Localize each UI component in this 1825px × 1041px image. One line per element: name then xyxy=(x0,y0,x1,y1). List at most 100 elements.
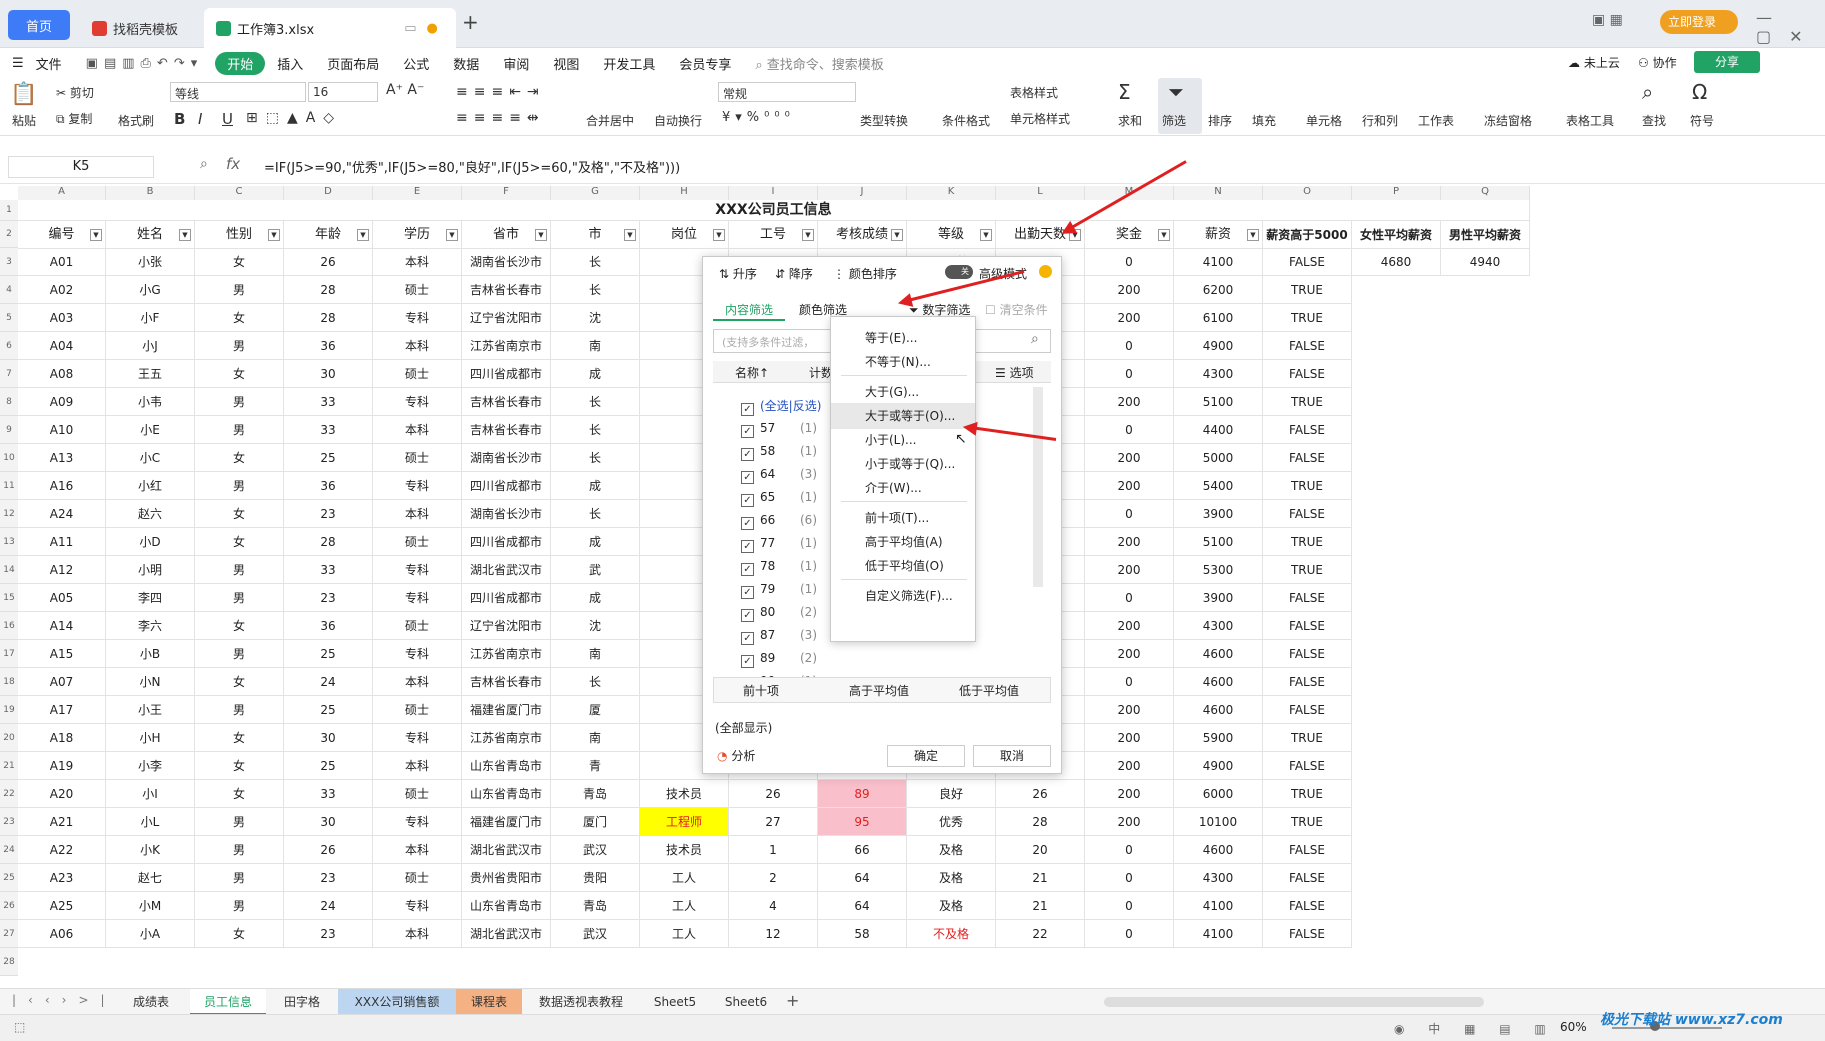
table-cell[interactable]: 0 xyxy=(1085,836,1174,864)
sum-icon[interactable]: Σ xyxy=(1118,80,1131,104)
fx-icon[interactable]: fx xyxy=(226,155,240,173)
cell-style-button[interactable]: 单元格样式 xyxy=(1010,110,1070,127)
zoom-formula-icon[interactable]: ⌕ xyxy=(200,156,208,172)
font-grow-icon[interactable]: A⁺ A⁻ xyxy=(386,82,424,98)
filter-dropdown-icon[interactable]: ▼ xyxy=(357,229,369,241)
menu-data[interactable]: 数据 xyxy=(441,54,491,73)
filter-dropdown-icon[interactable]: ▼ xyxy=(446,229,458,241)
table-cell[interactable]: A16 xyxy=(18,472,106,500)
value-item[interactable]: ✓ 80 (2) xyxy=(741,601,817,623)
table-cell[interactable]: 男 xyxy=(195,892,284,920)
sort-button[interactable]: 排序 xyxy=(1208,112,1232,129)
table-cell[interactable]: TRUE xyxy=(1263,304,1352,332)
table-cell[interactable]: 专科 xyxy=(373,472,462,500)
table-cell[interactable]: 本科 xyxy=(373,332,462,360)
table-cell[interactable]: 山东省青岛市 xyxy=(462,780,551,808)
bold-button[interactable]: B xyxy=(174,110,185,128)
column-header[interactable]: J xyxy=(818,186,907,200)
table-cell[interactable]: 长 xyxy=(551,388,640,416)
filter-dropdown-icon[interactable]: ▼ xyxy=(535,229,547,241)
value-item[interactable]: ✓ 65 (1) xyxy=(741,486,817,508)
search-command[interactable]: ⌕ 查找命令、搜索模板 xyxy=(743,54,895,73)
table-cell[interactable]: 小明 xyxy=(106,556,195,584)
row-header[interactable]: 3 xyxy=(0,248,18,276)
table-cell[interactable]: 山东省青岛市 xyxy=(462,752,551,780)
table-cell[interactable]: 武汉 xyxy=(551,836,640,864)
table-cell[interactable]: 0 xyxy=(1085,332,1174,360)
table-cell[interactable]: 硕士 xyxy=(373,696,462,724)
table-cell[interactable]: 湖南省长沙市 xyxy=(462,444,551,472)
table-cell[interactable]: 赵七 xyxy=(106,864,195,892)
row-header[interactable]: 16 xyxy=(0,612,18,640)
table-cell[interactable]: 26 xyxy=(729,780,818,808)
table-cell[interactable]: FALSE xyxy=(1263,668,1352,696)
table-tools-button[interactable]: 表格工具 xyxy=(1566,112,1614,129)
table-cell[interactable]: 4100 xyxy=(1174,248,1263,276)
table-cell[interactable]: 28 xyxy=(284,304,373,332)
column-header[interactable]: L xyxy=(996,186,1085,200)
font-size-select[interactable]: 16 xyxy=(308,82,378,102)
table-cell[interactable]: 男 xyxy=(195,640,284,668)
table-cell[interactable]: 30 xyxy=(284,808,373,836)
sheet-tab[interactable]: 课程表 xyxy=(456,989,522,1015)
table-cell[interactable]: 良好 xyxy=(907,780,996,808)
sheet-button[interactable]: 工作表 xyxy=(1418,112,1454,129)
table-cell[interactable]: 200 xyxy=(1085,640,1174,668)
table-cell[interactable]: 本科 xyxy=(373,752,462,780)
table-cell[interactable]: 硕士 xyxy=(373,276,462,304)
cell-button[interactable]: 单元格 xyxy=(1306,112,1342,129)
table-cell[interactable]: 女 xyxy=(195,668,284,696)
table-cell[interactable]: 硕士 xyxy=(373,780,462,808)
table-cell[interactable]: 湖北省武汉市 xyxy=(462,920,551,948)
table-cell[interactable]: 25 xyxy=(284,752,373,780)
filter-dropdown-icon[interactable]: ▼ xyxy=(980,229,992,241)
column-header[interactable]: H xyxy=(640,186,729,200)
table-cell[interactable]: 小L xyxy=(106,808,195,836)
row-header[interactable]: 17 xyxy=(0,640,18,668)
sheet-tab[interactable]: Sheet6 xyxy=(710,989,782,1015)
table-cell[interactable]: 工人 xyxy=(640,864,729,892)
table-cell[interactable]: 成 xyxy=(551,528,640,556)
table-cell[interactable]: 4900 xyxy=(1174,332,1263,360)
table-cell[interactable]: 男 xyxy=(195,808,284,836)
table-cell[interactable]: 24 xyxy=(284,892,373,920)
table-cell[interactable]: 长 xyxy=(551,276,640,304)
table-cell[interactable]: 李六 xyxy=(106,612,195,640)
cancel-button[interactable]: 取消 xyxy=(973,745,1051,767)
table-cell[interactable]: 女 xyxy=(195,304,284,332)
table-cell[interactable]: 5900 xyxy=(1174,724,1263,752)
table-cell[interactable]: 200 xyxy=(1085,276,1174,304)
number-filter-option[interactable]: 介于(W)... xyxy=(831,475,975,501)
table-cell[interactable]: 长 xyxy=(551,416,640,444)
horizontal-scrollbar[interactable] xyxy=(1104,997,1484,1007)
female-avg-salary[interactable]: 4680 xyxy=(1352,248,1441,276)
value-item[interactable]: ✓ 77 (1) xyxy=(741,532,817,554)
checkbox[interactable]: ✓ xyxy=(741,563,754,576)
new-tab-icon[interactable]: + xyxy=(462,10,479,34)
filter-dropdown-icon[interactable]: ▼ xyxy=(1247,229,1259,241)
table-cell[interactable]: 4400 xyxy=(1174,416,1263,444)
table-cell[interactable]: TRUE xyxy=(1263,388,1352,416)
table-cell[interactable]: 本科 xyxy=(373,500,462,528)
table-cell[interactable]: 30 xyxy=(284,360,373,388)
table-cell[interactable]: 硕士 xyxy=(373,864,462,892)
table-cell[interactable]: FALSE xyxy=(1263,332,1352,360)
checkbox[interactable]: ✓ xyxy=(741,517,754,530)
table-cell[interactable]: A02 xyxy=(18,276,106,304)
table-cell[interactable]: 21 xyxy=(996,864,1085,892)
table-cell[interactable]: 小A xyxy=(106,920,195,948)
table-cell[interactable]: 26 xyxy=(284,248,373,276)
italic-button[interactable]: I xyxy=(198,110,202,128)
table-cell[interactable]: 小B xyxy=(106,640,195,668)
table-cell[interactable]: 江苏省南京市 xyxy=(462,724,551,752)
row-header[interactable]: 18 xyxy=(0,668,18,696)
table-cell[interactable]: 200 xyxy=(1085,556,1174,584)
table-cell[interactable]: 27 xyxy=(729,808,818,836)
table-cell[interactable]: 本科 xyxy=(373,836,462,864)
table-cell[interactable]: 南 xyxy=(551,640,640,668)
table-cell[interactable]: A13 xyxy=(18,444,106,472)
symbol-button[interactable]: 符号 xyxy=(1690,112,1714,129)
number-filter-option[interactable]: 小于或等于(Q)... xyxy=(831,451,975,477)
table-cell[interactable]: 5300 xyxy=(1174,556,1263,584)
table-cell[interactable]: 4300 xyxy=(1174,360,1263,388)
